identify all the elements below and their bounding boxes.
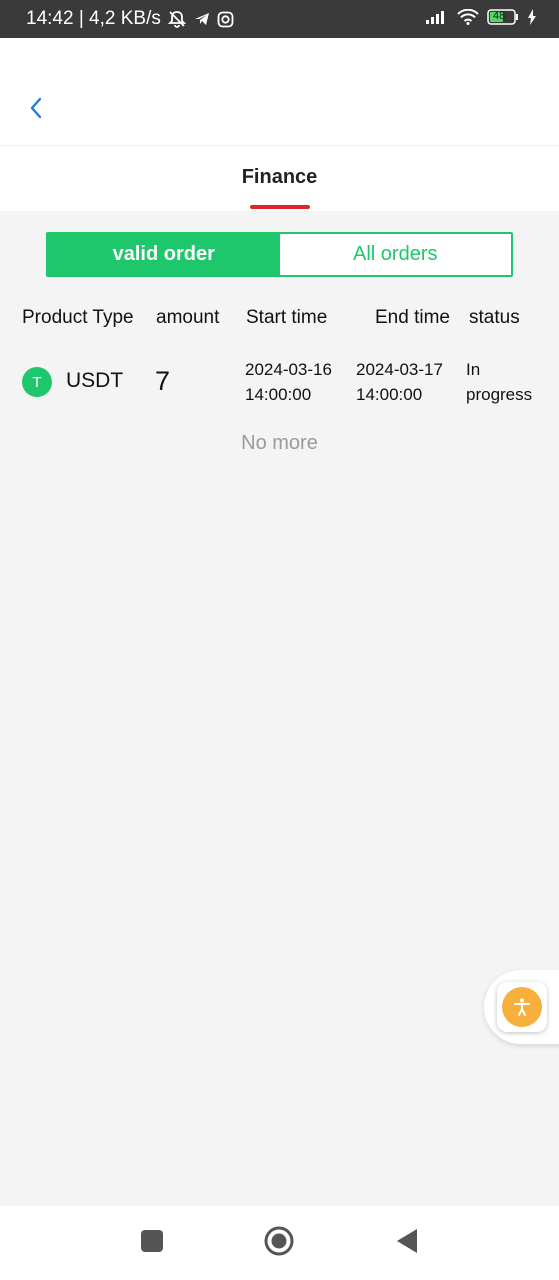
status-line-1: In: [466, 360, 481, 379]
end-date: 2024-03-17: [356, 360, 443, 379]
status-left: 14:42 | 4,2 KB/s: [26, 8, 234, 30]
tab-indicator: [250, 205, 310, 209]
battery-icon: 48: [487, 9, 519, 25]
coin-letter: T: [32, 373, 42, 391]
product-name: USDT: [66, 369, 124, 392]
status-bar: 14:42 | 4,2 KB/s 48: [0, 0, 559, 38]
recent-apps-button[interactable]: [137, 1228, 167, 1258]
header-amount: amount: [156, 307, 220, 328]
amount-value: 7: [155, 366, 171, 396]
chevron-left-icon: [28, 96, 44, 125]
end-clock: 14:00:00: [356, 385, 423, 404]
app-bar: [0, 38, 559, 145]
home-button[interactable]: [264, 1226, 294, 1261]
recent-apps-icon: [140, 1229, 164, 1258]
status-cell: In progress: [466, 357, 554, 407]
header-start-time: Start time: [246, 307, 328, 328]
header-end-time: End time: [375, 307, 450, 328]
end-time-cell: 2024-03-17 14:00:00: [356, 357, 443, 407]
tab-header: Finance: [0, 145, 559, 211]
floating-button-container: [484, 970, 559, 1044]
start-time-cell: 2024-03-16 14:00:00: [245, 357, 332, 407]
instagram-icon: [217, 11, 234, 28]
wifi-icon: [457, 9, 479, 25]
accessibility-icon: [502, 987, 542, 1027]
back-nav-button[interactable]: [392, 1228, 422, 1258]
valid-order-tab[interactable]: valid order: [48, 234, 280, 275]
home-icon: [264, 1226, 294, 1261]
accessibility-button[interactable]: [497, 982, 547, 1032]
mute-bell-icon: [167, 9, 187, 29]
battery-level: 48: [493, 10, 506, 22]
order-filter-segment: valid order All orders: [46, 232, 513, 277]
start-date: 2024-03-16: [245, 360, 332, 379]
status-line-2: progress: [466, 385, 533, 404]
tab-finance[interactable]: Finance: [0, 166, 559, 189]
start-clock: 14:00:00: [245, 385, 312, 404]
tether-coin-icon: T: [22, 367, 52, 397]
charging-icon: [527, 9, 537, 25]
status-right: 48: [425, 9, 537, 25]
no-more-text: No more: [241, 432, 318, 454]
back-triangle-icon: [395, 1228, 419, 1259]
header-product-type: Product Type: [22, 307, 134, 328]
table-row[interactable]: T USDT 7 2024-03-16 14:00:00 2024-03-17 …: [0, 355, 559, 415]
header-status: status: [469, 307, 520, 328]
telegram-icon: [193, 10, 211, 28]
back-button[interactable]: [22, 96, 50, 124]
system-nav-bar: [0, 1206, 559, 1280]
signal-icon: [425, 9, 449, 25]
all-orders-tab[interactable]: All orders: [279, 234, 511, 275]
status-time-speed: 14:42 | 4,2 KB/s: [26, 8, 161, 29]
